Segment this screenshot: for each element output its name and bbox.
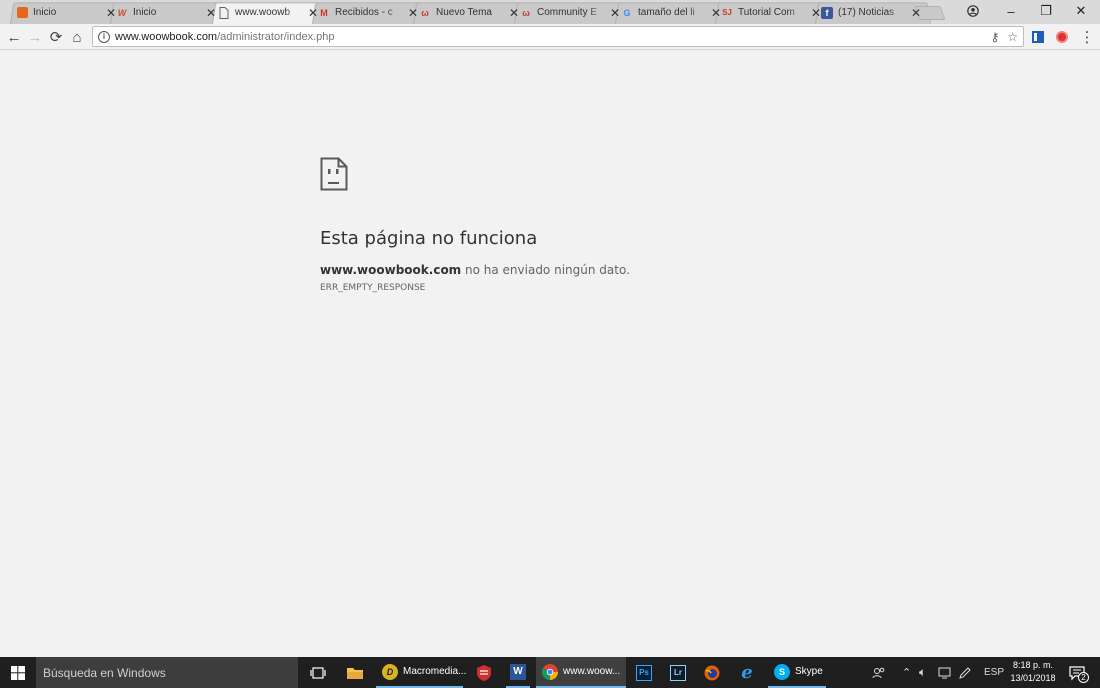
tab-community[interactable]: ω Community E ✕ (514, 1, 630, 24)
tab-title: Nuevo Tema (436, 7, 492, 18)
home-button[interactable]: ⌂ (67, 27, 87, 47)
tab-title: www.woowb (235, 7, 291, 18)
dreamweaver-icon: D (382, 663, 398, 680)
tab-gmail[interactable]: M Recibidos - c ✕ (312, 1, 428, 24)
tab-inicio-1[interactable]: Inicio ✕ (10, 1, 126, 24)
tab-title: Inicio (133, 7, 157, 18)
woowbook-icon: ω (421, 7, 429, 18)
error-page: Esta página no funciona www.woowbook.com… (0, 51, 1100, 657)
tab-close-icon[interactable]: ✕ (204, 6, 218, 20)
tab-facebook[interactable]: f (17) Noticias ✕ (815, 1, 931, 24)
tab-nuevo-tema[interactable]: ω Nuevo Tema ✕ (413, 1, 529, 24)
tab-title: Recibidos - c (335, 7, 393, 18)
windows-search-box[interactable]: Búsqueda en Windows (36, 657, 298, 688)
tab-woowbook-active[interactable]: www.woowb ✕ (212, 1, 328, 24)
tab-close-icon[interactable]: ✕ (406, 6, 420, 20)
pen-workspace-icon[interactable] (958, 657, 972, 688)
restore-button[interactable]: ❐ (1029, 0, 1063, 22)
back-button[interactable]: ← (4, 27, 24, 47)
key-icon[interactable]: ⚷ (990, 30, 999, 44)
taskbar-app-chrome[interactable]: www.woow... (536, 657, 626, 688)
close-window-button[interactable]: ✕ (1064, 0, 1098, 22)
url-path: /administrator/index.php (217, 30, 335, 43)
sad-page-icon (320, 157, 348, 191)
network-icon[interactable] (938, 657, 952, 688)
people-icon[interactable] (872, 657, 886, 688)
chrome-menu-icon[interactable]: ⋮ (1077, 27, 1097, 47)
address-bar[interactable]: i www.woowbook.com/administrator/index.p… (92, 26, 1024, 47)
tab-inicio-2[interactable]: W Inicio ✕ (110, 1, 226, 24)
show-hidden-icons-icon[interactable]: ⌃ (902, 657, 911, 688)
gmail-icon: M (320, 7, 328, 18)
tab-title: Community E (537, 7, 598, 18)
photoshop-icon[interactable]: Ps (633, 657, 655, 688)
error-title: Esta página no funciona (320, 228, 538, 249)
internet-explorer-icon[interactable]: e (736, 657, 758, 688)
skype-icon: S (774, 663, 790, 680)
browser-toolbar: ← → ⟳ ⌂ i www.woowbook.com/administrator… (0, 24, 1100, 50)
extension-blue-icon[interactable] (1028, 27, 1048, 47)
error-host: www.woowbook.com (320, 263, 462, 277)
profile-icon[interactable] (956, 0, 990, 22)
bookmark-star-icon[interactable]: ☆ (1007, 30, 1018, 44)
info-icon[interactable]: i (98, 30, 110, 43)
orange-square-icon (16, 7, 28, 19)
extension-red-icon[interactable] (1052, 27, 1072, 47)
action-center-icon[interactable]: 2 (1068, 657, 1089, 688)
volume-icon[interactable]: 🔈︎ (919, 657, 926, 688)
tab-google-search[interactable]: G tamaño del li ✕ (615, 1, 731, 24)
file-explorer-icon[interactable] (342, 657, 368, 688)
firefox-icon[interactable] (701, 657, 723, 688)
error-message: www.woowbook.com no ha enviado ningún da… (320, 263, 630, 277)
sj-icon: SJ (722, 8, 732, 17)
tab-tutorial[interactable]: SJ Tutorial Com ✕ (715, 1, 831, 24)
error-message-text: no ha enviado ningún dato. (461, 263, 630, 277)
task-view-icon[interactable] (305, 657, 331, 688)
tab-strip: Inicio ✕ W Inicio ✕ www.woowb ✕ M Recibi… (0, 0, 1100, 24)
taskbar-app-label: Skype (795, 666, 823, 677)
google-icon: G (623, 7, 631, 18)
clock-date: 13/01/2018 (1010, 673, 1056, 683)
facebook-icon: f (821, 6, 833, 19)
taskbar-app-label: Macromedia... (403, 666, 467, 677)
lightroom-icon[interactable]: Lr (667, 657, 689, 688)
word-icon[interactable]: W (506, 657, 530, 688)
clock-time: 8:18 p. m. (1012, 660, 1054, 670)
tab-title: Tutorial Com (738, 7, 795, 18)
taskbar-app-macromedia[interactable]: D Macromedia... (376, 657, 467, 688)
woowbook-icon: ω (522, 7, 530, 18)
language-indicator[interactable]: ESP (984, 657, 1004, 688)
minimize-button[interactable]: – (994, 0, 1028, 22)
tab-close-icon[interactable]: ✕ (507, 6, 521, 20)
windows-start-icon[interactable] (0, 657, 36, 688)
tab-close-icon[interactable]: ✕ (909, 6, 923, 20)
w-logo-icon: W (117, 7, 127, 18)
windows-taskbar: Búsqueda en Windows D Macromedia... W ww… (0, 657, 1100, 688)
tab-title: Inicio (33, 7, 57, 18)
tab-close-icon[interactable]: ✕ (608, 6, 622, 20)
reload-button[interactable]: ⟳ (46, 27, 66, 47)
shield-app-icon[interactable] (472, 657, 496, 688)
forward-button[interactable]: → (25, 27, 45, 47)
tab-title: tamaño del li (638, 7, 695, 18)
notification-count: 2 (1078, 672, 1089, 683)
page-icon (218, 6, 230, 19)
url-host: www.woowbook.com (115, 30, 218, 43)
error-code: ERR_EMPTY_RESPONSE (320, 283, 426, 293)
taskbar-app-label: www.woow... (563, 666, 621, 677)
system-clock[interactable]: 8:18 p. m. 13/01/2018 (1004, 659, 1062, 685)
tab-title: (17) Noticias (838, 7, 895, 18)
chrome-icon (542, 663, 558, 680)
taskbar-app-skype[interactable]: S Skype (768, 657, 826, 688)
